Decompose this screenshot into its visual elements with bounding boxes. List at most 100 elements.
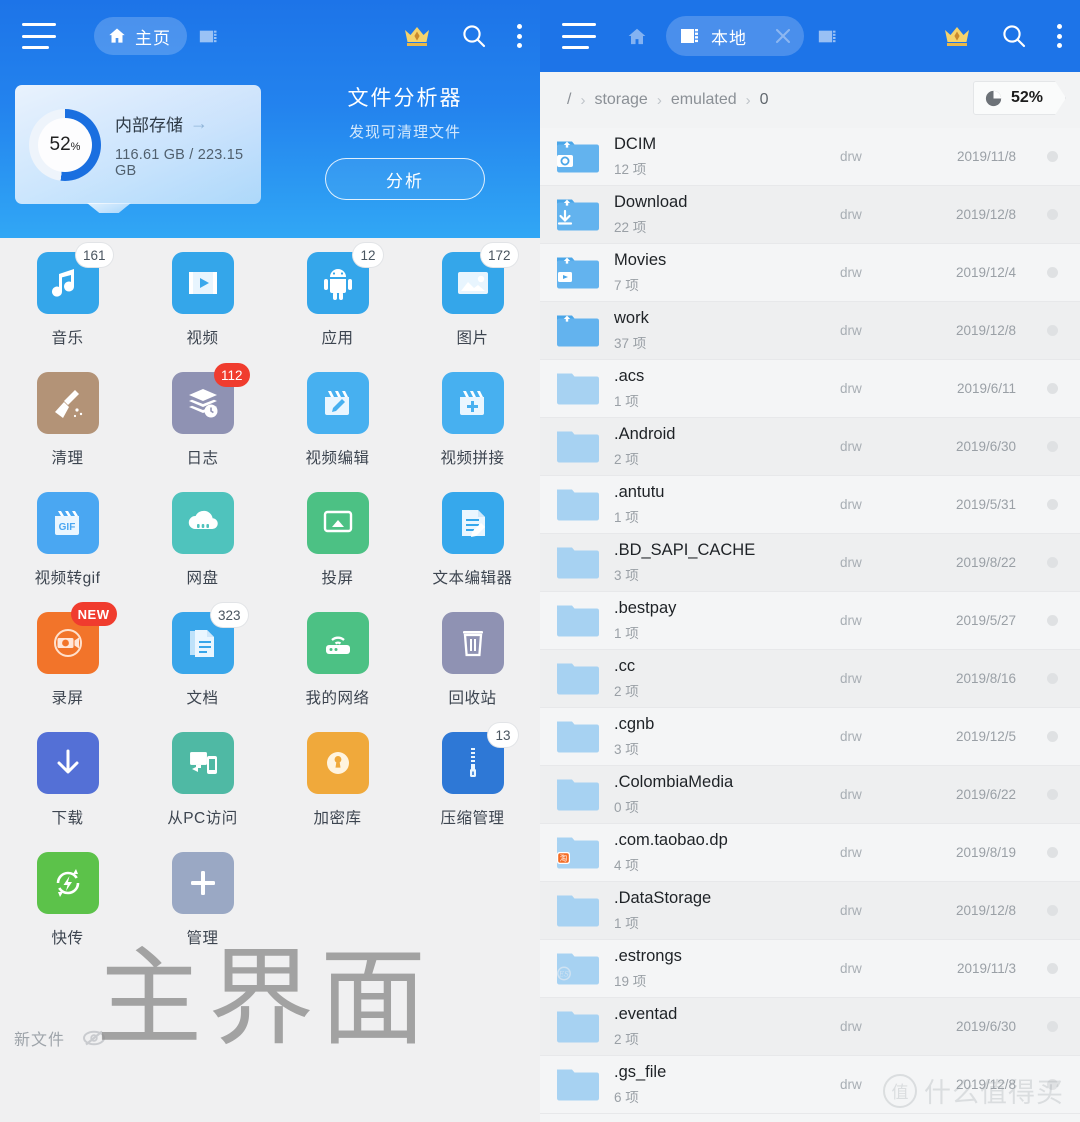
file-date: 2019/12/8	[955, 207, 1016, 222]
close-icon[interactable]	[770, 23, 796, 49]
grid-item[interactable]: 视频编辑	[270, 372, 405, 492]
lock-vault-icon	[306, 732, 369, 794]
file-row-menu[interactable]	[1047, 499, 1058, 510]
grid-item[interactable]: 从PC访问	[135, 732, 270, 852]
grid-item[interactable]: 回收站	[405, 612, 540, 732]
file-row[interactable]: .eventad 2 项 drw 2019/6/30	[540, 998, 1080, 1056]
search-icon[interactable]	[461, 23, 487, 49]
file-permission: drw	[840, 729, 862, 744]
grid-item[interactable]: 下载	[0, 732, 135, 852]
file-row[interactable]: .Android 2 项 drw 2019/6/30	[540, 418, 1080, 476]
file-row-menu[interactable]	[1047, 847, 1058, 858]
file-row[interactable]: 淘 .com.taobao.dp 4 项 drw 2019/8/19	[540, 824, 1080, 882]
grid-item[interactable]: 加密库	[270, 732, 405, 852]
grid-item[interactable]: 清理	[0, 372, 135, 492]
file-row-menu[interactable]	[1047, 1021, 1058, 1032]
hamburger-icon[interactable]	[562, 23, 596, 49]
file-row[interactable]: .ColombiaMedia 0 项 drw 2019/6/22	[540, 766, 1080, 824]
add-tab-icon[interactable]	[818, 28, 838, 45]
file-row[interactable]: Movies 7 项 drw 2019/12/4	[540, 244, 1080, 302]
grid-item[interactable]: 172 图片	[405, 243, 540, 372]
eye-off-icon[interactable]	[81, 1028, 107, 1048]
new-file-row[interactable]: 新文件	[14, 1026, 107, 1050]
storage-percent-chip[interactable]: 52%	[973, 81, 1066, 115]
file-row-menu[interactable]	[1047, 441, 1058, 452]
grid-item[interactable]: 13 压缩管理	[405, 723, 540, 852]
folder-movie-icon	[556, 255, 600, 291]
grid-item[interactable]: 12 应用	[270, 243, 405, 372]
kebab-menu-icon[interactable]	[1057, 24, 1062, 48]
grid-item[interactable]: 112 日志	[135, 363, 270, 492]
file-row[interactable]: work 37 项 drw 2019/12/8	[540, 302, 1080, 360]
file-row[interactable]: .BD_SAPI_CACHE 3 项 drw 2019/8/22	[540, 534, 1080, 592]
folder-hidden-icon	[556, 603, 600, 639]
file-permission: drw	[840, 439, 862, 454]
file-row[interactable]: .cc 2 项 drw 2019/8/16	[540, 650, 1080, 708]
grid-item-badge: 161	[75, 243, 113, 267]
grid-item[interactable]: 管理	[135, 852, 270, 972]
grid-item[interactable]: 视频拼接	[405, 372, 540, 492]
tab-local[interactable]: 本地	[666, 16, 804, 56]
grid-item[interactable]: 网盘	[135, 492, 270, 612]
file-row-menu[interactable]	[1047, 325, 1058, 336]
file-row-partial[interactable]	[540, 1114, 1080, 1122]
grid-item-label: 压缩管理	[440, 810, 505, 827]
file-date: 2019/12/5	[955, 729, 1016, 744]
folder-camera-icon	[556, 139, 600, 175]
left-panel-home-screen: 主页 52% 内部存储 → 116.61 GB / 223.15 GB 文件分析…	[0, 0, 540, 1122]
file-row-menu[interactable]	[1047, 151, 1058, 162]
file-row-menu[interactable]	[1047, 673, 1058, 684]
file-row[interactable]: .gs_file 6 项 drw 2019/12/8	[540, 1056, 1080, 1114]
home-tab[interactable]: 主页	[94, 17, 187, 55]
file-row-menu[interactable]	[1047, 209, 1058, 220]
grid-item[interactable]: 323 文档	[135, 603, 270, 732]
kebab-menu-icon[interactable]	[517, 24, 522, 48]
file-row-menu[interactable]	[1047, 557, 1058, 568]
grid-item[interactable]: NEW 录屏	[0, 602, 135, 732]
breadcrumb-segment[interactable]: emulated	[666, 91, 742, 109]
file-date: 2019/8/16	[955, 671, 1016, 686]
sdcard-icon	[681, 29, 698, 43]
breadcrumb-segment[interactable]: 0	[755, 91, 774, 109]
crown-icon[interactable]	[943, 24, 971, 48]
file-row-menu[interactable]	[1047, 267, 1058, 278]
home-icon[interactable]	[626, 26, 648, 46]
hamburger-icon[interactable]	[22, 23, 56, 49]
folder-hidden-icon	[556, 1067, 600, 1103]
add-tab-icon[interactable]	[199, 28, 219, 45]
file-row-menu[interactable]	[1047, 731, 1058, 742]
file-row-menu[interactable]	[1047, 383, 1058, 394]
file-row[interactable]: .antutu 1 项 drw 2019/5/31	[540, 476, 1080, 534]
file-row[interactable]: ES .estrongs 19 项 drw 2019/11/3	[540, 940, 1080, 998]
right-panel-file-browser: 本地 / › storage › emulated › 0 52% DCIM 1…	[540, 0, 1080, 1122]
file-row-menu[interactable]	[1047, 789, 1058, 800]
grid-item[interactable]: GIF 视频转gif	[0, 492, 135, 612]
breadcrumb-root[interactable]: /	[562, 91, 576, 109]
analyze-button[interactable]: 分析	[325, 158, 485, 200]
file-row[interactable]: .cgnb 3 项 drw 2019/12/5	[540, 708, 1080, 766]
file-row-menu[interactable]	[1047, 615, 1058, 626]
grid-item-label: 加密库	[313, 810, 362, 827]
file-row[interactable]: DCIM 12 项 drw 2019/11/8	[540, 128, 1080, 186]
grid-item[interactable]: 视频	[135, 252, 270, 372]
file-row-menu[interactable]	[1047, 905, 1058, 916]
crown-icon[interactable]	[403, 24, 431, 48]
file-permission: drw	[840, 787, 862, 802]
grid-item[interactable]: 161 音乐	[0, 243, 135, 372]
grid-item[interactable]: 快传	[0, 852, 135, 972]
internal-storage-card[interactable]: 52% 内部存储 → 116.61 GB / 223.15 GB	[15, 85, 261, 204]
video-edit-icon	[306, 372, 369, 434]
grid-item[interactable]: 投屏	[270, 492, 405, 612]
grid-item-label: 应用	[321, 330, 354, 347]
grid-item[interactable]: 文本编辑器	[405, 492, 540, 612]
file-row[interactable]: Download 22 项 drw 2019/12/8	[540, 186, 1080, 244]
file-row-menu[interactable]	[1047, 963, 1058, 974]
grid-item[interactable]: 我的网络	[270, 612, 405, 732]
file-row[interactable]: .acs 1 项 drw 2019/6/11	[540, 360, 1080, 418]
search-icon[interactable]	[1001, 23, 1027, 49]
breadcrumb: / › storage › emulated › 0	[562, 91, 774, 109]
file-row[interactable]: .DataStorage 1 项 drw 2019/12/8	[540, 882, 1080, 940]
file-row[interactable]: .bestpay 1 项 drw 2019/5/27	[540, 592, 1080, 650]
file-row-menu[interactable]	[1047, 1079, 1058, 1090]
breadcrumb-segment[interactable]: storage	[589, 91, 652, 109]
